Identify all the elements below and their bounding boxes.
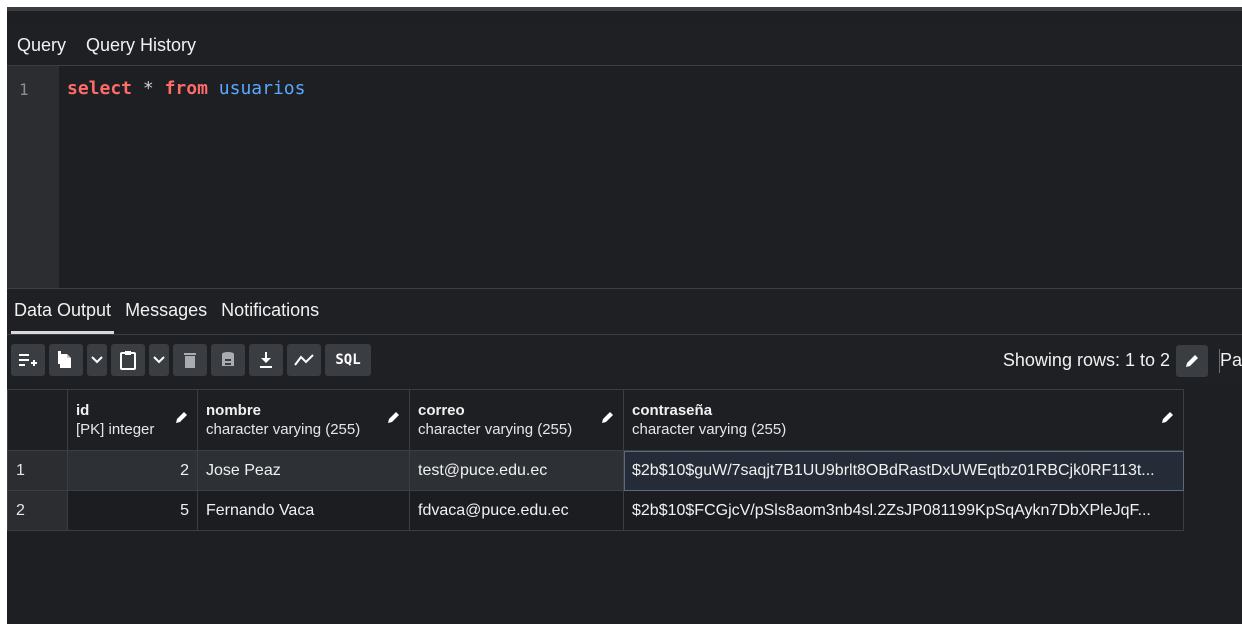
column-header-correo[interactable]: correo character varying (255) <box>409 389 624 451</box>
add-row-button[interactable] <box>11 344 45 376</box>
column-type: [PK] integer <box>76 421 155 438</box>
cell-id[interactable]: 2 <box>67 450 198 491</box>
cell-contrasena[interactable]: $2b$10$guW/7saqjt7B1UU9brlt8OBdRastDxUWE… <box>623 450 1184 491</box>
keyword-select: select <box>67 78 133 99</box>
pencil-icon[interactable] <box>387 410 401 424</box>
row-number[interactable]: 2 <box>7 490 68 531</box>
add-row-icon <box>19 354 37 366</box>
results-grid: id [PK] integer nombre character varying… <box>7 389 1184 531</box>
chevron-down-icon <box>153 356 165 364</box>
code-line[interactable]: select * from usuarios <box>67 78 305 99</box>
column-type: character varying (255) <box>206 421 361 438</box>
sql-button[interactable]: SQL <box>325 344 371 376</box>
column-name: nombre <box>206 402 262 419</box>
paste-options-dropdown[interactable] <box>149 344 169 376</box>
copy-options-dropdown[interactable] <box>87 344 107 376</box>
query-tabs: Query Query History <box>7 25 1242 66</box>
download-button[interactable] <box>249 344 283 376</box>
operator-star: * <box>142 78 154 99</box>
cell-id[interactable]: 5 <box>67 490 198 531</box>
sql-editor[interactable]: 1 select * from usuarios <box>7 66 1242 289</box>
column-type: character varying (255) <box>632 421 787 438</box>
save-data-button[interactable] <box>211 344 245 376</box>
paste-button[interactable] <box>111 344 145 376</box>
pencil-icon <box>1186 355 1198 367</box>
pencil-icon[interactable] <box>1161 410 1175 424</box>
column-name: id <box>76 402 90 419</box>
pencil-icon[interactable] <box>175 410 189 424</box>
tab-notifications[interactable]: Notifications <box>214 290 326 334</box>
table-identifier: usuarios <box>218 78 306 99</box>
data-output-toolbar: SQL Showing rows: 1 to 2 Pa <box>7 335 1242 385</box>
cell-nombre[interactable]: Fernando Vaca <box>197 490 410 531</box>
pagination-label: Pa <box>1219 350 1242 370</box>
column-type: character varying (255) <box>418 421 573 438</box>
clipboard-icon <box>120 351 136 370</box>
tab-data-output[interactable]: Data Output <box>7 290 118 334</box>
output-tabs: Data Output Messages Notifications <box>7 290 1242 335</box>
graph-visualiser-button[interactable] <box>287 344 321 376</box>
rows-info: Showing rows: 1 to 2 <box>1002 350 1170 370</box>
cell-correo[interactable]: test@puce.edu.ec <box>409 450 624 491</box>
download-icon <box>260 352 272 368</box>
line-number-gutter: 1 <box>7 66 59 288</box>
column-header-contrasena[interactable]: contraseña character varying (255) <box>623 389 1184 451</box>
row-number[interactable]: 1 <box>7 450 68 491</box>
pencil-icon[interactable] <box>601 410 615 424</box>
top-border <box>7 7 1242 11</box>
chevron-down-icon <box>91 356 103 364</box>
column-name: correo <box>418 402 465 419</box>
column-header-nombre[interactable]: nombre character varying (255) <box>197 389 410 451</box>
line-chart-icon <box>294 354 314 366</box>
line-number: 1 <box>19 80 29 99</box>
tab-query[interactable]: Query <box>7 25 76 65</box>
tab-messages[interactable]: Messages <box>118 290 214 334</box>
table-row[interactable]: 2 5 Fernando Vaca fdvaca@puce.edu.ec $2b… <box>7 490 1184 531</box>
query-tool-panel: Query Query History 1 select * from usua… <box>7 7 1242 624</box>
table-row[interactable]: 1 2 Jose Peaz test@puce.edu.ec $2b$10$gu… <box>7 450 1184 491</box>
cell-correo[interactable]: fdvaca@puce.edu.ec <box>409 490 624 531</box>
cell-nombre[interactable]: Jose Peaz <box>197 450 410 491</box>
column-name: contraseña <box>632 402 713 419</box>
database-save-icon <box>222 352 234 366</box>
cell-contrasena[interactable]: $2b$10$FCGjcV/pSls8aom3nb4sl.2ZsJP081199… <box>623 490 1184 531</box>
copy-icon <box>58 351 71 368</box>
row-number-header <box>7 389 68 451</box>
column-header-id[interactable]: id [PK] integer <box>67 389 198 451</box>
copy-button[interactable] <box>49 344 83 376</box>
trash-icon <box>184 353 196 368</box>
tab-query-history[interactable]: Query History <box>76 25 206 65</box>
delete-button[interactable] <box>173 344 207 376</box>
keyword-from: from <box>164 78 208 99</box>
header-row: id [PK] integer nombre character varying… <box>7 389 1184 451</box>
edit-row-range-button[interactable] <box>1176 345 1208 377</box>
